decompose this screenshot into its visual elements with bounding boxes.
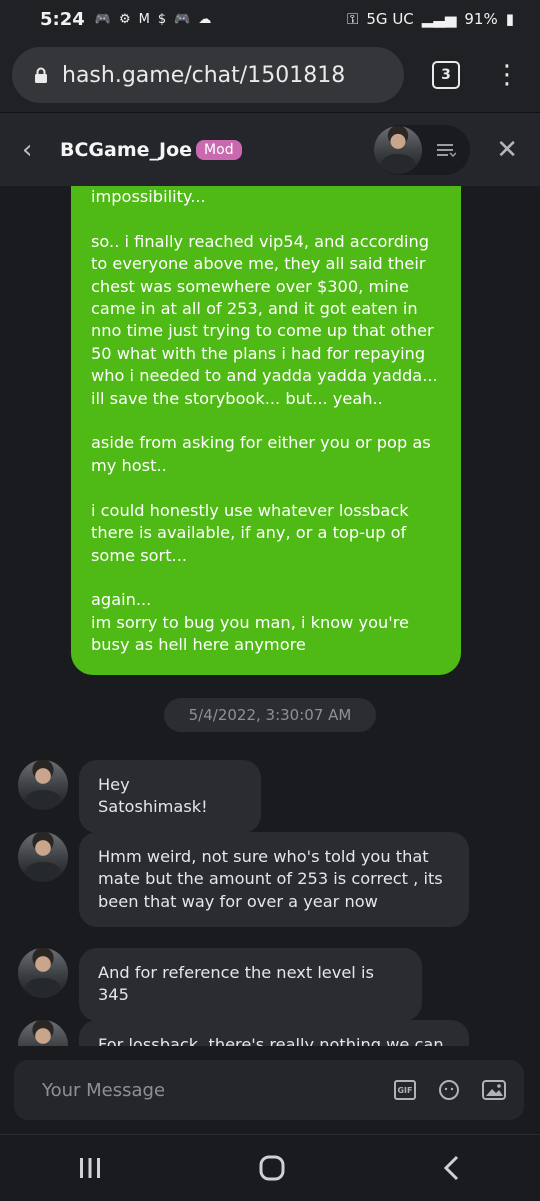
network-label: 5G UC bbox=[366, 10, 414, 28]
incoming-message: Hey Satoshimask! bbox=[79, 760, 261, 833]
avatar bbox=[374, 125, 423, 174]
mod-badge: Mod bbox=[196, 139, 242, 160]
battery-icon: ▮ bbox=[505, 10, 514, 28]
home-icon[interactable] bbox=[259, 1155, 285, 1181]
back-icon[interactable] bbox=[442, 1155, 462, 1181]
chat-messages[interactable]: impossibility... so.. i finally reached … bbox=[0, 186, 540, 1046]
outgoing-message: impossibility... so.. i finally reached … bbox=[71, 186, 461, 675]
status-bar: 5:24 🎮 ⚙ M $ 🎮 ☁ ⚿ 5G UC ▂▃▅ 91% ▮ bbox=[0, 0, 540, 38]
avatar[interactable] bbox=[18, 760, 68, 810]
avatar[interactable] bbox=[18, 948, 68, 998]
gear-icon: ⚙ bbox=[118, 11, 131, 27]
close-icon[interactable]: ✕ bbox=[496, 135, 518, 165]
system-nav-bar bbox=[0, 1134, 540, 1201]
image-icon[interactable] bbox=[482, 1079, 506, 1101]
incoming-message: Hmm weird, not sure who's told you that … bbox=[79, 832, 469, 928]
incoming-message: And for reference the next level is 345 bbox=[79, 948, 422, 1021]
message-input-container: GIF bbox=[14, 1060, 524, 1120]
composer: GIF bbox=[0, 1046, 540, 1134]
mail-icon: M bbox=[138, 11, 150, 27]
chevron-left-icon[interactable]: ‹ bbox=[22, 135, 52, 165]
avatar[interactable] bbox=[18, 1020, 68, 1046]
status-time: 5:24 bbox=[40, 8, 85, 30]
list-item: For lossback, there's really nothing we … bbox=[18, 1020, 469, 1046]
list-item: Hmm weird, not sure who's told you that … bbox=[18, 832, 469, 928]
signal-icon: ▂▃▅ bbox=[421, 10, 457, 28]
gif-icon[interactable]: GIF bbox=[394, 1080, 416, 1100]
notification-icons: 🎮 ⚙ M $ 🎮 ☁ bbox=[95, 12, 212, 27]
avatar[interactable] bbox=[18, 832, 68, 882]
recent-apps-icon[interactable] bbox=[78, 1157, 102, 1179]
menu-lines-icon bbox=[437, 143, 457, 157]
cloud-icon: ☁ bbox=[198, 11, 212, 27]
list-item: And for reference the next level is 345 bbox=[18, 948, 422, 1021]
key-icon: ⚿ bbox=[346, 10, 359, 28]
chat-header: ‹ BCGame_Joe Mod ✕ bbox=[0, 112, 540, 186]
chat-title: BCGame_Joe bbox=[60, 138, 193, 161]
more-vert-icon[interactable]: ⋮ bbox=[494, 62, 520, 88]
battery-label: 91% bbox=[464, 10, 498, 28]
lock-icon bbox=[35, 67, 47, 83]
status-right: ⚿ 5G UC ▂▃▅ 91% ▮ bbox=[347, 10, 514, 28]
url-bar[interactable]: hash.game/chat/1501818 bbox=[12, 47, 404, 103]
emoji-icon[interactable] bbox=[438, 1079, 460, 1101]
browser-toolbar: hash.game/chat/1501818 3 ⋮ bbox=[0, 38, 540, 112]
message-input[interactable] bbox=[40, 1078, 364, 1102]
app-icon: $ bbox=[157, 11, 167, 27]
game-controller-icon: 🎮 bbox=[94, 11, 111, 27]
url-text: hash.game/chat/1501818 bbox=[62, 62, 346, 88]
message-timestamp: 5/4/2022, 3:30:07 AM bbox=[164, 698, 376, 732]
tab-switcher-button[interactable]: 3 bbox=[432, 61, 460, 89]
incoming-message: For lossback, there's really nothing we … bbox=[79, 1020, 469, 1046]
user-menu-pill[interactable] bbox=[374, 124, 471, 175]
list-item: Hey Satoshimask! bbox=[18, 760, 261, 833]
game-controller-icon: 🎮 bbox=[174, 11, 191, 27]
